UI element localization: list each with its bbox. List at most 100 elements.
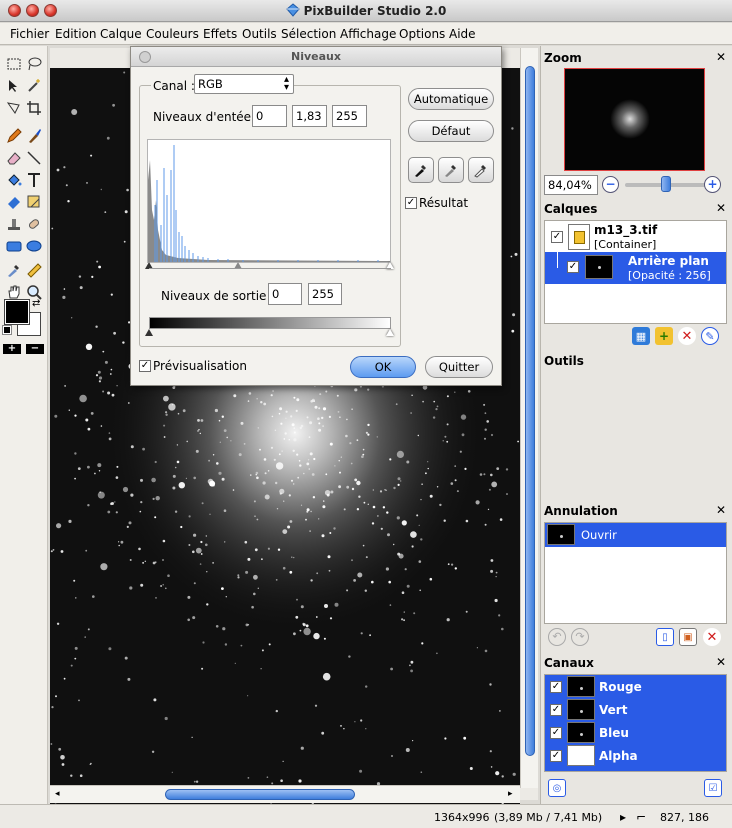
eraser-icon[interactable] bbox=[4, 148, 24, 168]
quit-button[interactable]: Quitter bbox=[425, 356, 493, 378]
output-white-field[interactable]: 255 bbox=[308, 283, 342, 305]
healing-icon[interactable] bbox=[24, 214, 44, 234]
vertical-scrollbar[interactable] bbox=[520, 48, 538, 788]
zoom-out-icon[interactable]: − bbox=[602, 176, 619, 193]
channel-thumbnail-white bbox=[567, 745, 595, 766]
channel-apply-icon[interactable]: ☑ bbox=[704, 779, 722, 797]
channel-checkbox[interactable]: ✓ bbox=[550, 681, 562, 693]
undo-icon[interactable]: ↶ bbox=[548, 628, 566, 646]
hand-icon[interactable] bbox=[4, 282, 24, 302]
rect-select-icon[interactable] bbox=[4, 54, 24, 74]
stamp-icon[interactable] bbox=[4, 214, 24, 234]
channel-item-rouge[interactable]: ✓ Rouge bbox=[545, 675, 726, 699]
input-white-field[interactable]: 255 bbox=[332, 105, 367, 127]
eyedropper-icon[interactable] bbox=[4, 260, 24, 280]
line-icon[interactable] bbox=[24, 148, 44, 168]
snapshot-icon[interactable]: ▣ bbox=[679, 628, 697, 646]
new-folder-icon[interactable]: + bbox=[655, 327, 673, 345]
pencil-icon[interactable] bbox=[4, 126, 24, 146]
history-item[interactable]: Ouvrir bbox=[545, 523, 726, 547]
close-icon[interactable]: ✕ bbox=[716, 201, 726, 215]
white-eyedropper-icon[interactable] bbox=[468, 157, 494, 183]
menu-outils[interactable]: Outils bbox=[242, 27, 277, 41]
menu-options[interactable]: Options bbox=[399, 27, 445, 41]
dialog-close-button[interactable] bbox=[139, 51, 151, 63]
zoom-preview[interactable] bbox=[564, 68, 705, 171]
text-icon[interactable] bbox=[24, 170, 44, 190]
vertical-scroll-thumb[interactable] bbox=[525, 66, 535, 756]
redo-icon[interactable]: ↷ bbox=[571, 628, 589, 646]
gradient-icon[interactable] bbox=[4, 192, 24, 212]
status-bar: 1364x996 (3,89 Mb / 7,41 Mb) ▸ ⌐ 827, 18… bbox=[0, 804, 732, 828]
input-levels-label: Niveaux d'entée : bbox=[153, 110, 259, 124]
input-black-field[interactable]: 0 bbox=[252, 105, 287, 127]
swap-colors-icon[interactable]: ⇄ bbox=[32, 298, 40, 309]
layer-item-background[interactable]: ✓ Arrière plan [Opacité : 256] bbox=[545, 252, 726, 284]
channel-mask-icon[interactable]: ◎ bbox=[548, 779, 566, 797]
layer-visibility-checkbox[interactable]: ✓ bbox=[567, 261, 579, 273]
menu-affichage[interactable]: Affichage bbox=[340, 27, 396, 41]
arrow-toggle-icon[interactable]: ▸ bbox=[620, 810, 626, 824]
scroll-right-arrow-icon[interactable]: ▸ bbox=[508, 789, 513, 799]
ok-button[interactable]: OK bbox=[350, 356, 416, 378]
auto-button[interactable]: Automatique bbox=[408, 88, 494, 110]
horizontal-scrollbar[interactable]: ◂ ▸ bbox=[50, 785, 520, 803]
channel-item-alpha[interactable]: ✓ Alpha bbox=[545, 744, 726, 768]
menu-edition[interactable]: Edition bbox=[55, 27, 97, 41]
fill-bucket-icon[interactable] bbox=[4, 170, 24, 190]
zoom-slider[interactable] bbox=[625, 176, 707, 192]
horizontal-scroll-thumb[interactable] bbox=[165, 789, 355, 800]
output-black-field[interactable]: 0 bbox=[268, 283, 302, 305]
delete-layer-icon[interactable]: ✕ bbox=[678, 327, 696, 345]
output-levels-label: Niveaux de sortie : bbox=[161, 289, 275, 303]
measure-icon[interactable] bbox=[24, 260, 44, 280]
lasso-icon[interactable] bbox=[24, 54, 44, 74]
default-colors-icon[interactable] bbox=[2, 325, 12, 335]
channel-checkbox[interactable]: ✓ bbox=[550, 704, 562, 716]
zoom-out-tool-button[interactable]: − bbox=[26, 344, 44, 354]
menu-couleurs[interactable]: Couleurs bbox=[146, 27, 199, 41]
menu-effets[interactable]: Effets bbox=[203, 27, 237, 41]
channel-checkbox[interactable]: ✓ bbox=[550, 727, 562, 739]
brush-icon[interactable] bbox=[24, 126, 44, 146]
zoom-in-icon[interactable]: + bbox=[704, 176, 721, 193]
input-gamma-field[interactable]: 1,83 bbox=[292, 105, 327, 127]
move-icon[interactable] bbox=[4, 76, 24, 96]
channel-item-vert[interactable]: ✓ Vert bbox=[545, 698, 726, 722]
shape-transform-icon[interactable] bbox=[24, 192, 44, 212]
zoom-value-field[interactable]: 84,04% bbox=[544, 175, 598, 195]
zoom-in-tool-button[interactable]: + bbox=[3, 344, 21, 354]
layer-item-container[interactable]: ✓ m13_3.tif [Container] bbox=[545, 221, 726, 253]
close-icon[interactable]: ✕ bbox=[716, 655, 726, 669]
window-title-area: PixBuilder Studio 2.0 bbox=[0, 3, 732, 18]
rectangle-shape-icon[interactable] bbox=[4, 236, 24, 256]
scroll-left-arrow-icon[interactable]: ◂ bbox=[55, 789, 60, 799]
menu-calque[interactable]: Calque bbox=[100, 27, 142, 41]
menu-selection[interactable]: Sélection bbox=[281, 27, 336, 41]
menu-aide[interactable]: Aide bbox=[449, 27, 476, 41]
polygon-lasso-icon[interactable] bbox=[4, 98, 24, 118]
tools-panel-header: Outils bbox=[541, 352, 729, 370]
ellipse-shape-icon[interactable] bbox=[24, 236, 44, 256]
magic-wand-icon[interactable] bbox=[24, 76, 44, 96]
result-checkbox[interactable]: ✓ bbox=[405, 197, 417, 209]
default-button[interactable]: Défaut bbox=[408, 120, 494, 142]
new-layer-icon[interactable]: ▦ bbox=[632, 327, 650, 345]
status-dimensions: 1364x996 bbox=[434, 811, 490, 824]
gray-eyedropper-icon[interactable] bbox=[438, 157, 464, 183]
close-icon[interactable]: ✕ bbox=[716, 503, 726, 517]
canal-select[interactable]: RGB ▴ ▾ bbox=[194, 74, 294, 94]
preview-checkbox[interactable]: ✓ bbox=[139, 360, 151, 372]
zoom-slider-thumb[interactable] bbox=[661, 176, 671, 192]
crop-icon[interactable] bbox=[24, 98, 44, 118]
layer-properties-icon[interactable]: ✎ bbox=[701, 327, 719, 345]
layer-visibility-checkbox[interactable]: ✓ bbox=[551, 231, 563, 243]
delete-history-icon[interactable]: ✕ bbox=[703, 628, 721, 646]
menu-fichier[interactable]: Fichier bbox=[10, 27, 49, 41]
close-icon[interactable]: ✕ bbox=[716, 50, 726, 64]
channel-checkbox[interactable]: ✓ bbox=[550, 750, 562, 762]
black-eyedropper-icon[interactable] bbox=[408, 157, 434, 183]
layer-thumbnail bbox=[585, 255, 613, 279]
channel-item-bleu[interactable]: ✓ Bleu bbox=[545, 721, 726, 745]
new-document-icon[interactable]: ▯ bbox=[656, 628, 674, 646]
